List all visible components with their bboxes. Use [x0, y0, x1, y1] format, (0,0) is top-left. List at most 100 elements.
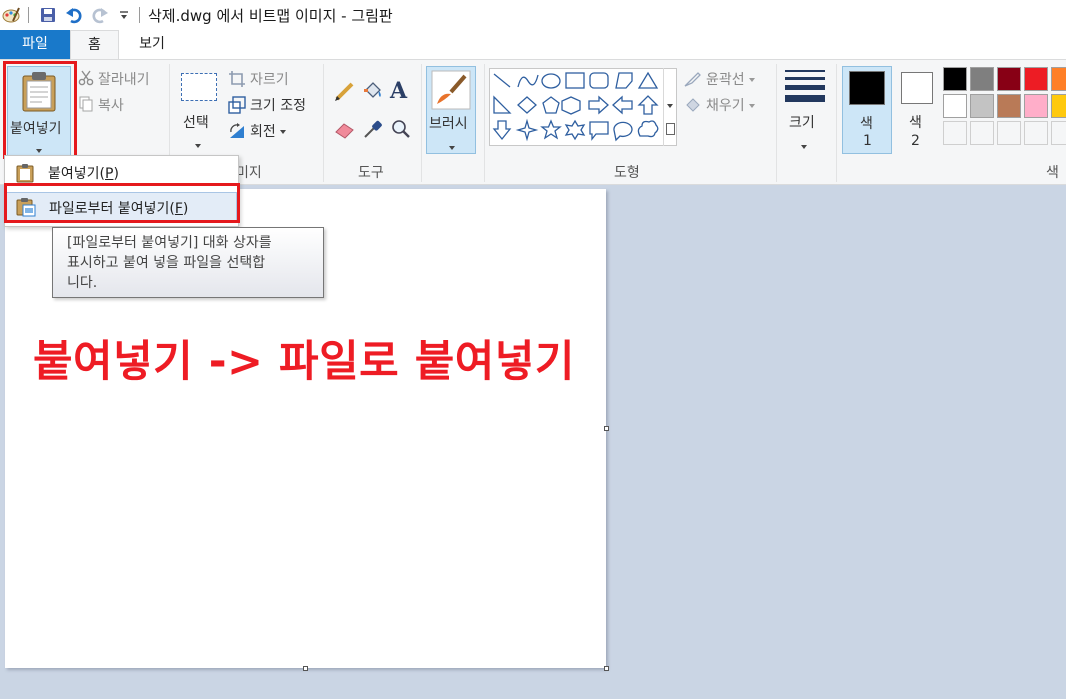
size-line-icon — [785, 77, 825, 80]
colors-group-label: 색 — [1046, 165, 1059, 181]
palette-swatch-custom[interactable] — [997, 121, 1021, 145]
right-arrow-shape-icon — [588, 95, 609, 115]
rounded-rectangle-shape-icon — [589, 72, 609, 89]
resize-label[interactable]: 크기 조정 — [250, 95, 306, 115]
paste-highlight-box — [3, 61, 77, 159]
color2-button[interactable]: 색 2 — [896, 66, 938, 154]
group-separator — [776, 64, 777, 182]
fill-bucket-icon[interactable] — [362, 80, 384, 106]
size-button[interactable]: 크기 — [783, 68, 829, 154]
palette-swatch-custom[interactable] — [970, 121, 994, 145]
oval-callout-shape-icon — [613, 121, 633, 142]
crop-label[interactable]: 자르기 — [250, 69, 289, 89]
four-point-star-shape-icon — [515, 118, 539, 142]
palette-swatch-red[interactable] — [1024, 67, 1048, 91]
copy-label[interactable]: 복사 — [98, 95, 124, 115]
chevron-down-icon — [801, 139, 807, 154]
fill-label[interactable]: 채우기 — [706, 95, 756, 115]
chevron-down-icon — [195, 138, 201, 153]
expand-gallery-icon[interactable] — [666, 123, 675, 135]
customize-dropdown-icon[interactable] — [114, 5, 134, 25]
size-line-icon — [785, 70, 825, 72]
tab-home[interactable]: 홈 — [70, 30, 119, 60]
shapes-gallery[interactable] — [489, 68, 677, 146]
undo-icon[interactable] — [64, 5, 84, 25]
curve-shape-icon — [517, 74, 539, 88]
eraser-icon[interactable] — [334, 118, 356, 144]
group-separator — [421, 64, 422, 182]
color1-button[interactable]: 색 1 — [842, 66, 892, 154]
palette-swatch-custom[interactable] — [1051, 121, 1066, 145]
palette-swatch-brown[interactable] — [997, 94, 1021, 118]
size-line-icon — [785, 85, 825, 90]
brush-button[interactable]: 브러시 — [426, 66, 476, 154]
ribbon-tabs: 파일 홈 보기 — [0, 30, 1066, 60]
rectangle-shape-icon — [565, 72, 585, 89]
diamond-shape-icon — [517, 96, 537, 114]
color1-label-line1: 색 — [860, 116, 873, 132]
pencil-icon[interactable] — [334, 80, 356, 106]
annotation-text: 붙여넣기 -> 파일로 붙여넣기 — [33, 337, 575, 387]
title-separator — [139, 7, 140, 23]
cloud-callout-shape-icon — [637, 120, 659, 138]
color2-label-line2: 2 — [911, 133, 920, 149]
magnifier-icon[interactable] — [390, 118, 412, 144]
select-rectangle-icon — [181, 73, 217, 101]
resize-handle-corner[interactable] — [604, 666, 609, 671]
palette-swatch-orange[interactable] — [1051, 67, 1066, 91]
color1-label-line2: 1 — [863, 133, 872, 149]
fill-icon — [684, 97, 702, 117]
clipboard-icon — [16, 163, 36, 183]
palette-swatch-light-gray[interactable] — [970, 94, 994, 118]
palette-swatch-pink[interactable] — [1024, 94, 1048, 118]
paste-from-file-highlight-box — [4, 183, 240, 223]
size-label: 크기 — [789, 115, 815, 131]
select-label: 선택 — [183, 115, 209, 131]
color-picker-icon[interactable] — [362, 118, 384, 144]
shapes-scroll-strip — [663, 68, 677, 146]
resize-handle-bottom[interactable] — [303, 666, 308, 671]
color2-label-line1: 색 — [909, 115, 922, 131]
chevron-down-icon[interactable] — [667, 98, 673, 113]
image-group-label: 미지 — [236, 165, 262, 181]
crop-icon — [228, 70, 246, 92]
tooltip-line: [파일로부터 붙여넣기] 대화 상자를 — [67, 235, 272, 251]
rotate-icon — [228, 122, 246, 144]
tools-group-label: 도구 — [358, 165, 384, 181]
palette-swatch-black[interactable] — [943, 67, 967, 91]
rect-callout-shape-icon — [589, 121, 609, 141]
chevron-down-icon — [749, 104, 756, 108]
paint-app-icon[interactable] — [1, 5, 21, 25]
up-arrow-shape-icon — [637, 95, 659, 115]
resize-icon — [228, 96, 246, 118]
outline-label[interactable]: 윤곽선 — [706, 69, 756, 89]
polygon-shape-icon — [615, 72, 633, 89]
palette-swatch-gray[interactable] — [970, 67, 994, 91]
rotate-label[interactable]: 회전 — [250, 121, 287, 141]
select-button[interactable]: 선택 — [178, 66, 222, 152]
tooltip: [파일로부터 붙여넣기] 대화 상자를 표시하고 붙여 넣을 파일을 선택합 니… — [52, 227, 324, 298]
down-arrow-shape-icon — [492, 120, 512, 141]
hexagon-shape-icon — [561, 96, 581, 115]
palette-swatch-custom[interactable] — [1024, 121, 1048, 145]
line-shape-icon — [493, 73, 511, 88]
redo-icon[interactable] — [90, 5, 110, 25]
resize-handle-right[interactable] — [604, 426, 609, 431]
chevron-down-icon — [280, 130, 287, 134]
palette-swatch-gold[interactable] — [1051, 94, 1066, 118]
cut-label[interactable]: 잘라내기 — [98, 69, 150, 89]
brush-icon — [431, 70, 471, 114]
save-icon[interactable] — [38, 5, 58, 25]
text-icon[interactable]: A — [390, 78, 407, 104]
palette-swatch-custom[interactable] — [943, 121, 967, 145]
oval-shape-icon — [541, 73, 561, 89]
copy-icon — [78, 96, 94, 116]
group-separator — [836, 64, 837, 182]
palette-swatch-dark-red[interactable] — [997, 67, 1021, 91]
group-separator — [323, 64, 324, 182]
tab-view[interactable]: 보기 — [119, 30, 185, 59]
quick-access-separator — [28, 7, 29, 23]
size-line-icon — [785, 95, 825, 102]
palette-swatch-white[interactable] — [943, 94, 967, 118]
tab-file[interactable]: 파일 — [0, 30, 70, 59]
